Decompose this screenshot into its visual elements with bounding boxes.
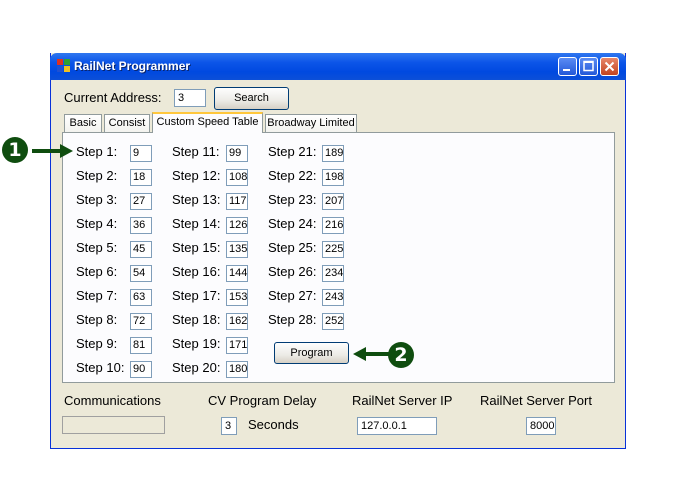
- step-22-input[interactable]: 198: [322, 169, 344, 186]
- step-9-label: Step 9:: [76, 336, 118, 351]
- step-23-label: Step 23:: [268, 192, 317, 207]
- step-11-input[interactable]: 99: [226, 145, 248, 162]
- server-ip-label: RailNet Server IP: [352, 393, 453, 408]
- step-7-label: Step 7:: [76, 288, 118, 303]
- step-15-label: Step 15:: [172, 240, 221, 255]
- step-17-label: Step 17:: [172, 288, 221, 303]
- server-ip-input[interactable]: 127.0.0.1: [357, 417, 437, 435]
- step-16-input[interactable]: 144: [226, 265, 248, 282]
- step-20-input[interactable]: 180: [226, 361, 248, 378]
- step-15-input[interactable]: 135: [226, 241, 248, 258]
- step-13-label: Step 13:: [172, 192, 221, 207]
- server-port-input[interactable]: 8000: [526, 417, 556, 435]
- step-27-label: Step 27:: [268, 288, 317, 303]
- tab-broadway-limited[interactable]: Broadway Limited: [265, 114, 357, 132]
- title-bar[interactable]: RailNet Programmer: [50, 53, 626, 80]
- cv-program-delay-label: CV Program Delay: [208, 393, 317, 408]
- step-17-input[interactable]: 153: [226, 289, 248, 306]
- cv-program-delay-input[interactable]: 3: [221, 417, 237, 435]
- step-16-label: Step 16:: [172, 264, 221, 279]
- step-6-label: Step 6:: [76, 264, 118, 279]
- step-26-input[interactable]: 234: [322, 265, 344, 282]
- step-8-label: Step 8:: [76, 312, 118, 327]
- search-button[interactable]: Search: [214, 87, 289, 110]
- step-23-input[interactable]: 207: [322, 193, 344, 210]
- current-address-label: Current Address:: [64, 90, 162, 105]
- callout-2-arrow-icon: [353, 347, 389, 361]
- communications-status-box: [62, 416, 165, 434]
- step-27-input[interactable]: 243: [322, 289, 344, 306]
- step-1-label: Step 1:: [76, 144, 118, 159]
- step-12-input[interactable]: 108: [226, 169, 248, 186]
- step-21-label: Step 21:: [268, 144, 317, 159]
- current-address-input[interactable]: 3: [174, 89, 206, 107]
- step-5-input[interactable]: 45: [130, 241, 152, 258]
- step-2-label: Step 2:: [76, 168, 118, 183]
- step-24-input[interactable]: 216: [322, 217, 344, 234]
- step-6-input[interactable]: 54: [130, 265, 152, 282]
- step-18-input[interactable]: 162: [226, 313, 248, 330]
- step-18-label: Step 18:: [172, 312, 221, 327]
- step-3-input[interactable]: 27: [130, 193, 152, 210]
- step-14-input[interactable]: 126: [226, 217, 248, 234]
- maximize-button[interactable]: [579, 57, 598, 76]
- cv-delay-unit-label: Seconds: [248, 417, 299, 432]
- step-14-label: Step 14:: [172, 216, 221, 231]
- window-title: RailNet Programmer: [74, 59, 191, 73]
- close-icon: [604, 61, 615, 72]
- step-21-input[interactable]: 189: [322, 145, 344, 162]
- communications-label: Communications: [64, 393, 161, 408]
- tab-consist[interactable]: Consist: [104, 114, 150, 132]
- minimize-button[interactable]: [558, 57, 577, 76]
- step-2-input[interactable]: 18: [130, 169, 152, 186]
- minimize-icon: [563, 69, 570, 71]
- step-3-label: Step 3:: [76, 192, 118, 207]
- step-24-label: Step 24:: [268, 216, 317, 231]
- step-9-input[interactable]: 81: [130, 337, 152, 354]
- step-12-label: Step 12:: [172, 168, 221, 183]
- program-button[interactable]: Program: [274, 342, 349, 364]
- callout-1-badge: 1: [2, 137, 28, 163]
- callout-1-arrow-icon: [32, 144, 73, 158]
- maximize-icon: [583, 60, 594, 72]
- step-11-label: Step 11:: [172, 144, 220, 159]
- step-20-label: Step 20:: [172, 360, 221, 375]
- tab-basic[interactable]: Basic: [64, 114, 102, 132]
- callout-2-badge: 2: [388, 342, 414, 368]
- step-4-input[interactable]: 36: [130, 217, 152, 234]
- step-13-input[interactable]: 117: [226, 193, 248, 210]
- step-10-label: Step 10:: [76, 360, 125, 375]
- step-5-label: Step 5:: [76, 240, 118, 255]
- step-25-input[interactable]: 225: [322, 241, 344, 258]
- step-22-label: Step 22:: [268, 168, 317, 183]
- step-19-input[interactable]: 171: [226, 337, 248, 354]
- step-28-input[interactable]: 252: [322, 313, 344, 330]
- step-10-input[interactable]: 90: [130, 361, 152, 378]
- tab-custom-speed-table[interactable]: Custom Speed Table: [152, 112, 263, 133]
- step-1-input[interactable]: 9: [130, 145, 152, 162]
- step-28-label: Step 28:: [268, 312, 317, 327]
- server-port-label: RailNet Server Port: [480, 393, 592, 408]
- step-19-label: Step 19:: [172, 336, 221, 351]
- step-25-label: Step 25:: [268, 240, 317, 255]
- app-icon: [57, 59, 71, 73]
- step-7-input[interactable]: 63: [130, 289, 152, 306]
- step-8-input[interactable]: 72: [130, 313, 152, 330]
- step-26-label: Step 26:: [268, 264, 317, 279]
- close-button[interactable]: [600, 57, 619, 76]
- step-4-label: Step 4:: [76, 216, 118, 231]
